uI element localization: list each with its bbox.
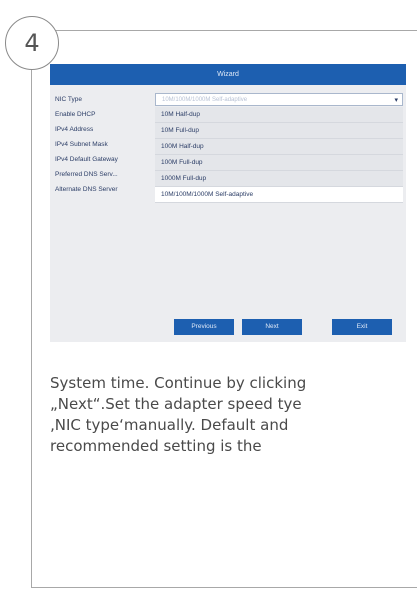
instruction-text: System time. Continue by clicking „Next“…	[50, 373, 408, 457]
step-number-badge: 4	[5, 16, 59, 70]
nic-type-value: 10M/100M/1000M Self-adaptive	[162, 97, 248, 103]
instruction-line: recommended setting is the	[50, 437, 262, 455]
nic-option-100m-full[interactable]: 100M Full-dup	[155, 155, 403, 171]
nic-option-100m-half[interactable]: 100M Half-dup	[155, 139, 403, 155]
field-label-ipv4-address: IPv4 Address	[55, 126, 94, 133]
wizard-title: Wizard	[217, 71, 239, 78]
field-labels: NIC Type Enable DHCP IPv4 Address IPv4 S…	[55, 92, 155, 197]
field-label-enable-dhcp: Enable DHCP	[55, 111, 96, 118]
field-label-ipv4-default-gateway: IPv4 Default Gateway	[55, 156, 118, 163]
step-number: 4	[24, 29, 40, 57]
field-label-nic-type: NIC Type	[55, 96, 82, 103]
field-label-ipv4-subnet-mask: IPv4 Subnet Mask	[55, 141, 108, 148]
exit-button[interactable]: Exit	[332, 319, 392, 335]
wizard-title-bar: Wizard	[50, 64, 406, 85]
nic-option-self-adaptive[interactable]: 10M/100M/1000M Self-adaptive	[155, 187, 403, 203]
instruction-line: „Next“.Set the adapter speed tye	[50, 395, 302, 413]
nic-type-select[interactable]: 10M/100M/1000M Self-adaptive ▾	[155, 93, 403, 106]
instruction-line: System time. Continue by clicking	[50, 374, 307, 392]
nic-option-10m-half[interactable]: 10M Half-dup	[155, 107, 403, 123]
nic-option-1000m-full[interactable]: 1000M Full-dup	[155, 171, 403, 187]
instruction-line: ‚NIC type‘manually. Default and	[50, 416, 289, 434]
chevron-down-icon[interactable]: ▾	[394, 94, 398, 106]
wizard-screenshot: Wizard NIC Type Enable DHCP IPv4 Address…	[50, 64, 406, 342]
field-label-alternate-dns: Alternate DNS Server	[55, 186, 118, 193]
nic-type-dropdown: 10M Half-dup 10M Full-dup 100M Half-dup …	[155, 107, 403, 203]
previous-button[interactable]: Previous	[174, 319, 234, 335]
field-label-preferred-dns: Preferred DNS Serv...	[55, 171, 118, 178]
nic-option-10m-full[interactable]: 10M Full-dup	[155, 123, 403, 139]
next-button[interactable]: Next	[242, 319, 302, 335]
